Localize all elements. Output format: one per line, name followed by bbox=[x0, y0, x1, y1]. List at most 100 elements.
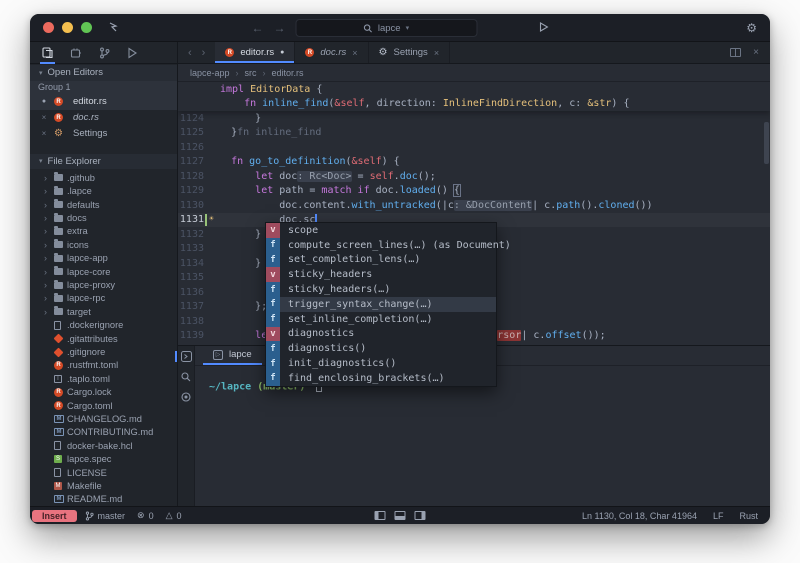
file-tree-item[interactable]: .gitattributes bbox=[30, 332, 177, 345]
completion-item[interactable]: vscope bbox=[266, 223, 496, 238]
completion-item[interactable]: ftrigger_syntax_change(…) bbox=[266, 297, 496, 312]
editor-tab[interactable]: Rdoc.rs× bbox=[295, 42, 368, 63]
editor-tab[interactable]: ⚙Settings× bbox=[369, 42, 451, 63]
breadcrumb-segment[interactable]: editor.rs bbox=[272, 68, 304, 78]
file-tree-item[interactable]: ›.lapce bbox=[30, 185, 177, 198]
chevron-right-icon: › bbox=[44, 307, 54, 317]
function-kind-icon: f bbox=[266, 253, 280, 268]
file-tree-item[interactable]: RCargo.lock bbox=[30, 385, 177, 398]
forward-arrow-icon[interactable]: → bbox=[274, 22, 286, 34]
file-tree-item[interactable]: docker-bake.hcl bbox=[30, 439, 177, 452]
file-tree-item[interactable]: ›lapce-proxy bbox=[30, 278, 177, 291]
chevron-right-icon: › bbox=[44, 173, 54, 183]
file-tree-item[interactable]: ›extra bbox=[30, 225, 177, 238]
file-tree-item[interactable]: ›.github bbox=[30, 171, 177, 184]
close-window-button[interactable] bbox=[43, 22, 54, 33]
warning-count[interactable]: △ 0 bbox=[166, 510, 182, 521]
file-tree-item[interactable]: ›icons bbox=[30, 238, 177, 251]
completion-item[interactable]: vsticky_headers bbox=[266, 267, 496, 282]
breadcrumb-segment[interactable]: src bbox=[245, 68, 257, 78]
file-tree-item[interactable]: Slapce.spec bbox=[30, 452, 177, 465]
tab-forward-icon[interactable]: › bbox=[202, 47, 206, 59]
file-explorer-header[interactable]: ▾ File Explorer bbox=[30, 154, 177, 170]
completion-item[interactable]: ffind_enclosing_brackets(…) bbox=[266, 371, 496, 386]
source-control-panel-icon[interactable] bbox=[99, 42, 110, 64]
code-line[interactable]: 1128 let doc: Rc<Doc> = self.doc(); bbox=[178, 169, 770, 184]
close-icon[interactable]: × bbox=[40, 113, 48, 122]
code-line[interactable]: 1124 } bbox=[178, 111, 770, 126]
completion-item[interactable]: vdiagnostics bbox=[266, 327, 496, 342]
split-editor-icon[interactable] bbox=[730, 48, 741, 57]
search-panel-icon[interactable] bbox=[181, 372, 191, 382]
file-tree-item[interactable]: ›lapce-core bbox=[30, 265, 177, 278]
open-editor-item[interactable]: ●Reditor.rs bbox=[30, 94, 177, 110]
code-line[interactable]: 1130 doc.content.with_untracked(|c: &Doc… bbox=[178, 198, 770, 213]
workspace-search[interactable]: lapce ▾ bbox=[296, 19, 478, 37]
chevron-right-icon: › bbox=[44, 253, 54, 263]
tab-back-icon[interactable]: ‹ bbox=[188, 47, 192, 59]
editor-tab[interactable]: Reditor.rs● bbox=[215, 42, 295, 63]
file-tree-item[interactable]: .gitignore bbox=[30, 345, 177, 358]
code-line[interactable]: impl EditorData { bbox=[178, 82, 770, 97]
completion-item[interactable]: fsticky_headers(…) bbox=[266, 282, 496, 297]
run-button[interactable] bbox=[540, 19, 549, 37]
file-tree-item[interactable]: ›defaults bbox=[30, 198, 177, 211]
file-tree-item[interactable]: T.taplo.toml bbox=[30, 372, 177, 385]
back-arrow-icon[interactable]: ← bbox=[252, 22, 264, 34]
terminal-panel-icon[interactable] bbox=[181, 351, 192, 362]
code-line[interactable]: 1127 fn go_to_definition(&self) { bbox=[178, 155, 770, 170]
file-tree-item[interactable]: ›docs bbox=[30, 211, 177, 224]
file-tree-item[interactable]: ›lapce-rpc bbox=[30, 292, 177, 305]
file-tree-item[interactable]: ›target bbox=[30, 305, 177, 318]
settings-gear-icon[interactable]: ⚙ bbox=[746, 21, 770, 35]
file-tree-item[interactable]: R.rustfmt.toml bbox=[30, 359, 177, 372]
terminal-tab[interactable]: ▷ lapce bbox=[203, 346, 262, 365]
language-mode[interactable]: Rust bbox=[739, 511, 758, 521]
editor-mode-badge[interactable]: Insert bbox=[32, 510, 77, 522]
code-text: fn go_to_definition(&self) { bbox=[207, 156, 400, 167]
plugins-panel-icon[interactable] bbox=[70, 42, 82, 64]
completion-item[interactable]: finit_diagnostics() bbox=[266, 356, 496, 371]
file-tree-item[interactable]: .dockerignore bbox=[30, 319, 177, 332]
zoom-window-button[interactable] bbox=[81, 22, 92, 33]
file-tree-label: .lapce bbox=[67, 186, 92, 196]
file-tree-item[interactable]: MREADME.md bbox=[30, 493, 177, 506]
file-tree-item[interactable]: MCONTRIBUTING.md bbox=[30, 426, 177, 439]
open-editors-header[interactable]: ▾ Open Editors bbox=[30, 65, 177, 81]
minimize-window-button[interactable] bbox=[62, 22, 73, 33]
git-branch-indicator[interactable]: master bbox=[85, 511, 126, 521]
code-line[interactable]: 1125 }fn inline_find bbox=[178, 126, 770, 141]
code-line[interactable]: fn inline_find(&self, direction: InlineF… bbox=[178, 97, 770, 112]
debug-panel-icon[interactable] bbox=[127, 42, 138, 64]
breadcrumb-segment[interactable]: lapce-app bbox=[190, 68, 230, 78]
file-tree-item[interactable]: MCHANGELOG.md bbox=[30, 412, 177, 425]
file-tree-item[interactable]: RCargo.toml bbox=[30, 399, 177, 412]
cursor-position[interactable]: Ln 1130, Col 18, Char 41964 bbox=[582, 511, 697, 521]
problems-panel-icon[interactable] bbox=[181, 392, 191, 402]
close-icon[interactable]: × bbox=[40, 129, 48, 138]
file-tree-label: .taplo.toml bbox=[67, 374, 110, 384]
toggle-bottom-panel-icon[interactable] bbox=[395, 511, 406, 520]
completion-item[interactable]: fset_inline_completion(…) bbox=[266, 312, 496, 327]
file-tree-item[interactable]: MMakefile bbox=[30, 479, 177, 492]
close-editor-icon[interactable]: × bbox=[753, 47, 759, 58]
editor-scrollbar[interactable] bbox=[764, 122, 769, 164]
code-line[interactable]: 1129 let path = match if doc.loaded() { bbox=[178, 184, 770, 199]
completion-item[interactable]: fset_completion_lens(…) bbox=[266, 253, 496, 268]
completion-item[interactable]: fdiagnostics() bbox=[266, 341, 496, 356]
file-explorer-panel-icon[interactable] bbox=[42, 42, 53, 64]
completion-item[interactable]: fcompute_screen_lines(…) (as Document) bbox=[266, 238, 496, 253]
toggle-right-panel-icon[interactable] bbox=[415, 511, 426, 520]
toggle-left-panel-icon[interactable] bbox=[375, 511, 386, 520]
close-icon[interactable]: × bbox=[434, 48, 439, 58]
open-editor-item[interactable]: ×Rdoc.rs bbox=[30, 110, 177, 126]
file-tree-item[interactable]: LICENSE bbox=[30, 466, 177, 479]
file-tree-item[interactable]: ›lapce-app bbox=[30, 252, 177, 265]
error-count[interactable]: ⊗ 0 bbox=[137, 510, 154, 521]
sticky-header[interactable]: impl EditorData { fn inline_find(&self, … bbox=[178, 82, 770, 111]
lightbulb-icon[interactable]: ☀ bbox=[209, 215, 214, 223]
close-icon[interactable]: × bbox=[352, 48, 357, 58]
code-line[interactable]: 1126 bbox=[178, 140, 770, 155]
line-ending[interactable]: LF bbox=[713, 511, 724, 521]
open-editor-item[interactable]: ×⚙Settings bbox=[30, 126, 177, 142]
